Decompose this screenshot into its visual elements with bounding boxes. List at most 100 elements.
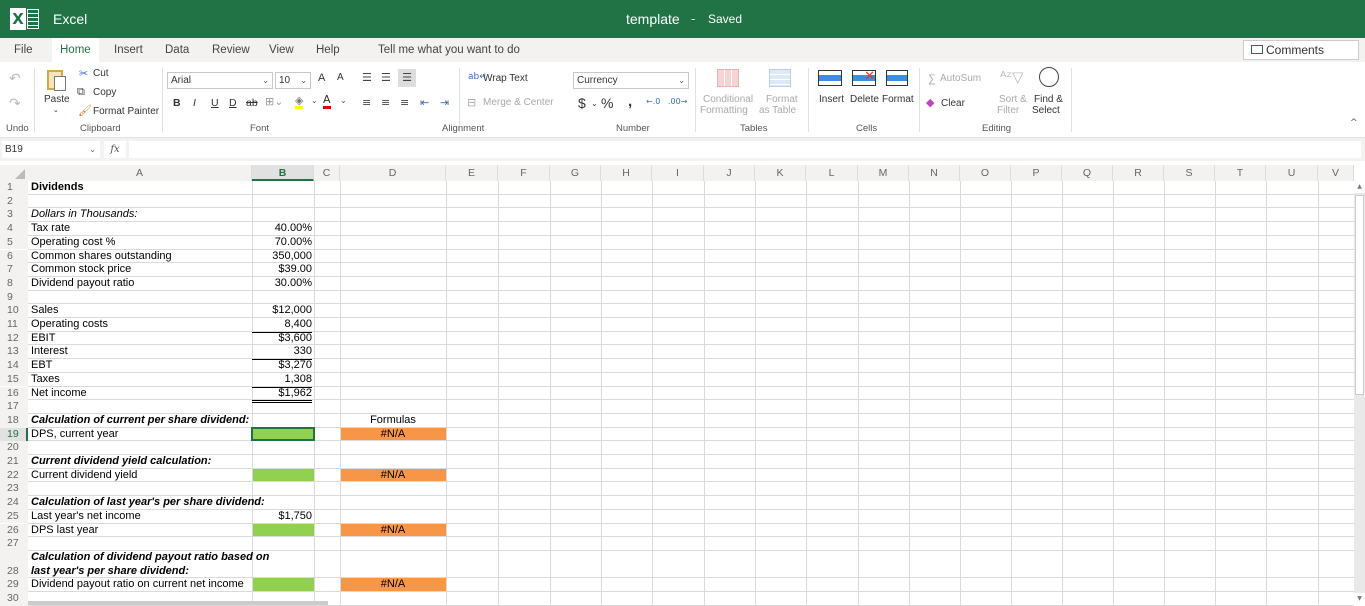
- row-header-14[interactable]: 14: [0, 359, 28, 373]
- cell-a28[interactable]: Calculation of dividend payout ratio bas…: [31, 551, 269, 565]
- chevron-down-icon[interactable]: ⌄: [591, 99, 598, 108]
- name-box[interactable]: B19 ⌄: [2, 141, 100, 158]
- row-header-6[interactable]: 6: [0, 249, 28, 264]
- decrease-indent-icon[interactable]: ⇤: [420, 96, 429, 109]
- tab-file[interactable]: File: [14, 38, 33, 62]
- column-header-r[interactable]: R: [1113, 165, 1164, 181]
- cell-b12[interactable]: $3,600: [252, 332, 312, 346]
- comma-style-button[interactable]: ,: [628, 93, 632, 110]
- scroll-up-icon[interactable]: ▲: [1354, 181, 1365, 193]
- cell-b10[interactable]: $12,000: [252, 304, 312, 318]
- cell-a19[interactable]: DPS, current year: [31, 428, 118, 442]
- column-header-j[interactable]: J: [704, 165, 755, 181]
- conditional-formatting-button[interactable]: Conditional: [703, 94, 753, 105]
- cell-a16[interactable]: Net income: [31, 387, 87, 401]
- row-header-24[interactable]: 24: [0, 496, 28, 510]
- row-header-15[interactable]: 15: [0, 372, 28, 387]
- font-family-select[interactable]: Arial ⌄: [167, 72, 273, 89]
- font-size-select[interactable]: 10 ⌄: [275, 72, 311, 89]
- column-header-h[interactable]: H: [601, 165, 652, 181]
- undo-icon[interactable]: ↶: [9, 71, 21, 87]
- cell-a24[interactable]: Calculation of last year's per share div…: [31, 496, 265, 510]
- copy-button[interactable]: Copy: [93, 87, 116, 98]
- input-cell-b22[interactable]: [253, 468, 314, 482]
- column-header-s[interactable]: S: [1164, 165, 1215, 181]
- cell-a22[interactable]: Current dividend yield: [31, 469, 137, 483]
- cell-a7[interactable]: Common stock price: [31, 263, 131, 277]
- strikethrough-button[interactable]: ab: [246, 97, 258, 109]
- row-header-11[interactable]: 11: [0, 318, 28, 332]
- cell-a4[interactable]: Tax rate: [31, 222, 70, 236]
- cell-b11[interactable]: 8,400: [252, 318, 312, 333]
- column-header-b[interactable]: B: [252, 165, 314, 181]
- select-all-corner[interactable]: [0, 165, 28, 181]
- column-header-q[interactable]: Q: [1062, 165, 1113, 181]
- chevron-down-icon[interactable]: ⌄: [311, 96, 318, 105]
- bold-button[interactable]: B: [173, 97, 181, 109]
- align-center-icon[interactable]: ≡: [381, 96, 390, 109]
- chevron-down-icon[interactable]: ⌄: [340, 96, 347, 105]
- row-header-25[interactable]: 25: [0, 509, 28, 524]
- row-header-26[interactable]: 26: [0, 523, 28, 538]
- cell-a6[interactable]: Common shares outstanding: [31, 250, 172, 264]
- formula-input[interactable]: [129, 141, 1361, 158]
- row-header-21[interactable]: 21: [0, 455, 28, 469]
- grow-font-button[interactable]: A: [318, 72, 325, 84]
- insert-cells-button[interactable]: Insert: [819, 94, 844, 105]
- column-header-a[interactable]: A: [28, 165, 252, 181]
- row-header-10[interactable]: 10: [0, 304, 28, 318]
- wrap-text-button[interactable]: Wrap Text: [483, 73, 528, 84]
- cell-d22[interactable]: #N/A: [340, 469, 446, 483]
- column-header-o[interactable]: O: [960, 165, 1011, 181]
- cell-d26[interactable]: #N/A: [340, 524, 446, 538]
- align-top-icon[interactable]: ☰: [362, 71, 372, 84]
- format-as-table-button[interactable]: Format: [766, 94, 798, 105]
- column-header-i[interactable]: I: [652, 165, 704, 181]
- format-painter-button[interactable]: Format Painter: [93, 106, 159, 117]
- row-header-29[interactable]: 29: [0, 578, 28, 592]
- align-left-icon[interactable]: ≡: [362, 96, 371, 109]
- row-header-19[interactable]: 19: [0, 427, 28, 442]
- increase-decimal-icon[interactable]: ←.0: [646, 97, 660, 106]
- row-header-12[interactable]: 12: [0, 331, 28, 346]
- cell-d18[interactable]: Formulas: [340, 414, 446, 428]
- column-header-n[interactable]: N: [909, 165, 960, 181]
- cell-a21[interactable]: Current dividend yield calculation:: [31, 455, 211, 469]
- row-header-5[interactable]: 5: [0, 235, 28, 250]
- redo-icon[interactable]: ↷: [9, 96, 21, 112]
- tab-insert[interactable]: Insert: [114, 38, 143, 62]
- row-header-13[interactable]: 13: [0, 345, 28, 360]
- paste-button[interactable]: Paste ⌄: [42, 68, 70, 118]
- tab-help[interactable]: Help: [316, 38, 340, 62]
- cell-b16[interactable]: $1,962: [252, 387, 312, 404]
- font-color-icon[interactable]: A: [323, 94, 331, 109]
- cell-b13[interactable]: 330: [252, 345, 312, 361]
- cell-a3[interactable]: Dollars in Thousands:: [31, 208, 137, 222]
- clear-button[interactable]: Clear: [941, 98, 965, 109]
- vertical-scrollbar[interactable]: ▲ ▼: [1354, 181, 1365, 605]
- row-header-8[interactable]: 8: [0, 276, 28, 291]
- underline-button[interactable]: U: [211, 97, 219, 109]
- sort-filter-button[interactable]: Sort &: [999, 94, 1027, 105]
- column-header-v[interactable]: V: [1318, 165, 1354, 181]
- column-header-p[interactable]: P: [1011, 165, 1062, 181]
- shrink-font-button[interactable]: A: [337, 72, 344, 83]
- borders-icon[interactable]: ⊞⌄: [265, 95, 283, 108]
- cell-b5[interactable]: 70.00%: [252, 236, 312, 250]
- cell-b4[interactable]: 40.00%: [252, 222, 312, 236]
- cell-b8[interactable]: 30.00%: [252, 277, 312, 291]
- cell-a26[interactable]: DPS last year: [31, 524, 98, 538]
- autosum-button[interactable]: AutoSum: [940, 73, 981, 84]
- cell-a14[interactable]: EBT: [31, 359, 52, 373]
- collapse-ribbon-icon[interactable]: ^: [1350, 118, 1358, 128]
- row-header-9[interactable]: 9: [0, 290, 28, 305]
- input-cell-b29[interactable]: [253, 578, 314, 591]
- tab-home[interactable]: Home: [52, 38, 99, 62]
- app-name[interactable]: Excel: [53, 11, 87, 27]
- scroll-thumb[interactable]: [1355, 195, 1364, 395]
- cut-button[interactable]: Cut: [93, 68, 109, 79]
- row-header-4[interactable]: 4: [0, 222, 28, 236]
- document-title[interactable]: template: [626, 11, 680, 27]
- row-header-7[interactable]: 7: [0, 263, 28, 277]
- row-header-27[interactable]: 27: [0, 537, 28, 551]
